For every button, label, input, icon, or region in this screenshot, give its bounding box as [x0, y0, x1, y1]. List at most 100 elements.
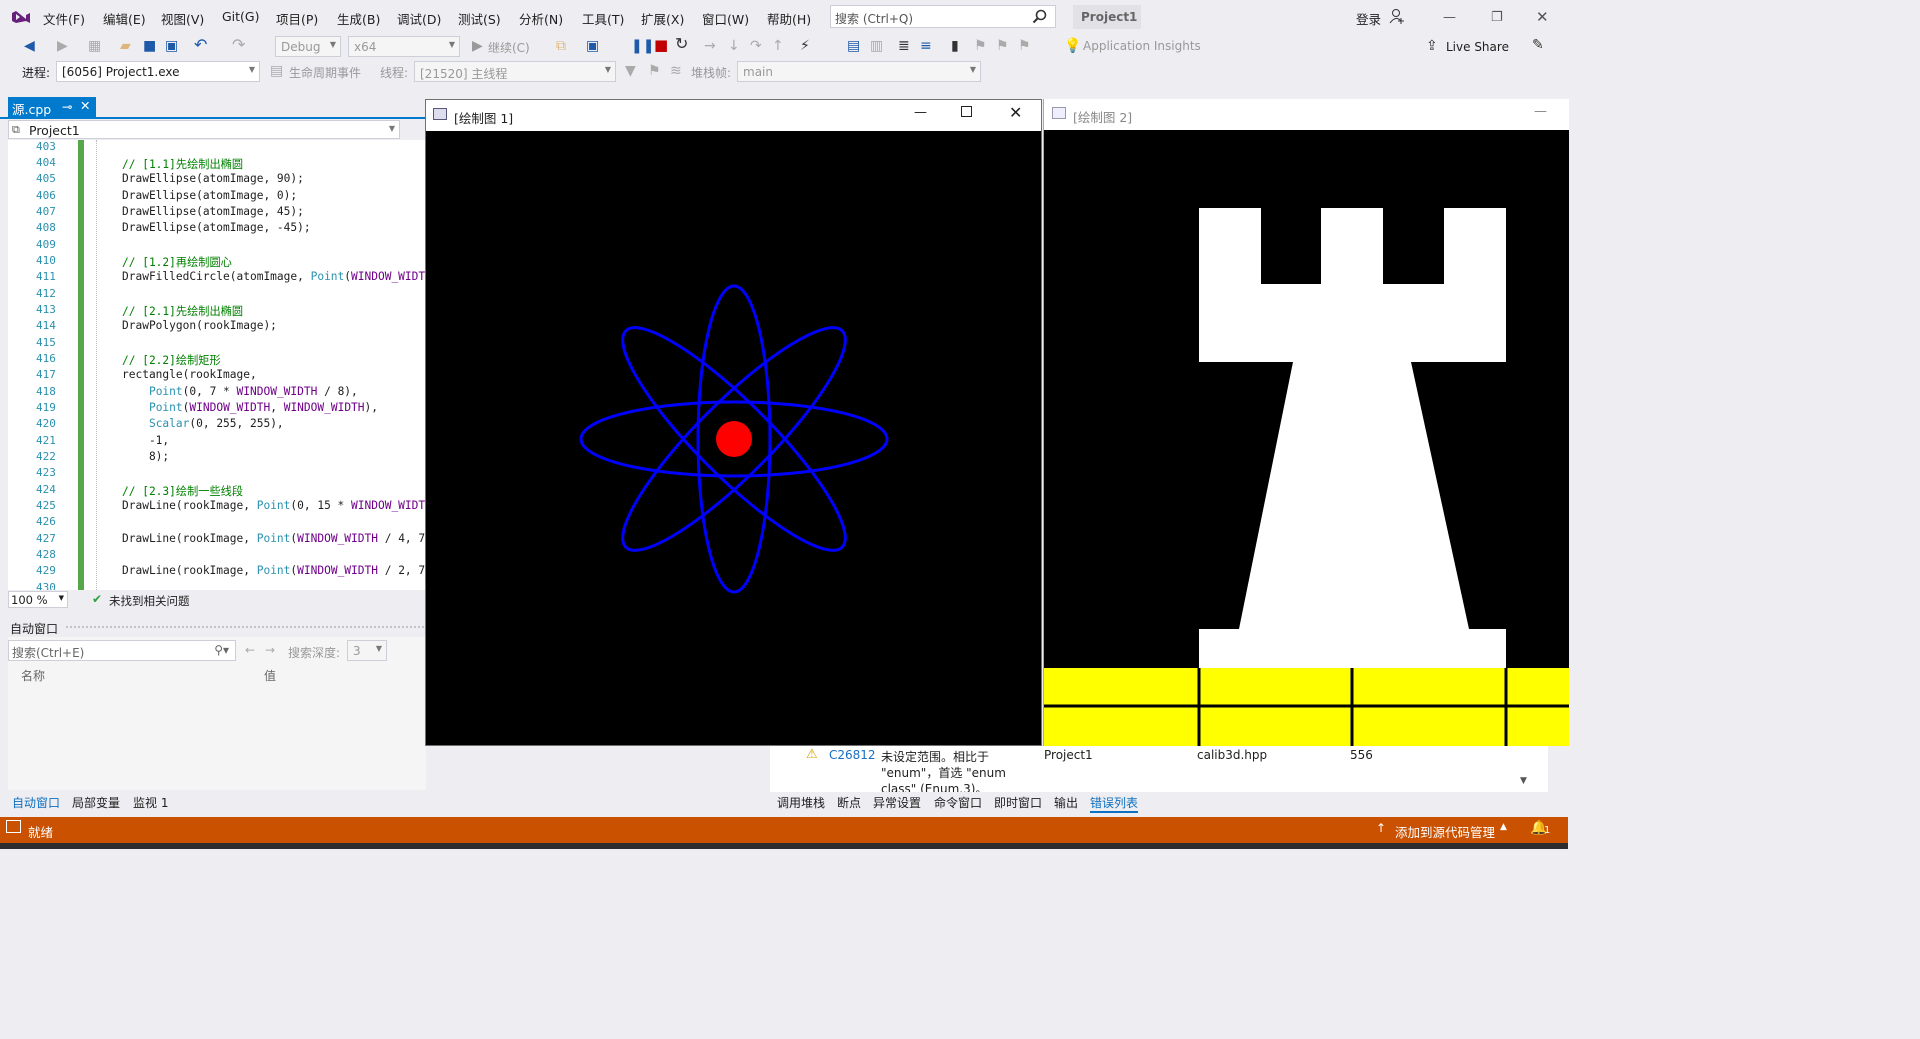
tab-autos[interactable]: 自动窗口 — [12, 794, 60, 811]
tab-watch-1[interactable]: 监视 1 — [133, 794, 168, 811]
step-over-icon[interactable]: ↷ — [750, 39, 762, 53]
clear-bookmarks-icon[interactable]: ⚑ — [1018, 39, 1031, 53]
tab-error-list[interactable]: 错误列表 — [1090, 794, 1139, 813]
column-name-header[interactable]: 名称 — [21, 667, 45, 684]
menu-tools[interactable]: 工具(T) — [582, 9, 624, 28]
live-share-button[interactable]: Live Share — [1446, 40, 1509, 54]
add-to-source-control-button[interactable]: 添加到源代码管理 — [1395, 822, 1495, 841]
hot-reload-icon[interactable]: ⚡ — [800, 39, 810, 53]
panel-grip[interactable] — [66, 626, 424, 630]
window-1-titlebar[interactable]: [绘制图 1] — ✕ — [426, 100, 1041, 131]
pause-icon[interactable]: ❚❚ — [631, 39, 654, 53]
stack-frame-select[interactable]: main ▼ — [737, 61, 981, 82]
error-code-link[interactable]: C26812 — [829, 748, 876, 762]
tab-breakpoints[interactable]: 断点 — [837, 794, 861, 811]
back-icon[interactable]: ◀ — [24, 39, 35, 53]
scroll-down-icon[interactable]: ▼ — [1520, 776, 1527, 786]
menu-build[interactable]: 生成(B) — [337, 9, 380, 28]
close-icon[interactable]: ✕ — [1009, 103, 1022, 122]
drawing-window-2[interactable]: [绘制图 2] — — [1043, 99, 1569, 746]
menu-test[interactable]: 测试(S) — [458, 9, 501, 28]
tab-command-window[interactable]: 命令窗口 — [934, 794, 982, 811]
rook-canvas — [1044, 130, 1569, 746]
pin-icon[interactable]: ⊸ — [62, 99, 72, 114]
minimize-icon[interactable]: — — [1534, 104, 1547, 119]
menu-help[interactable]: 帮助(H) — [767, 9, 811, 28]
forward-arrow-icon[interactable]: → — [265, 643, 275, 657]
back-arrow-icon[interactable]: ← — [245, 643, 255, 657]
next-bookmark-icon[interactable]: ⚑ — [996, 39, 1009, 53]
toolbar-icon-a[interactable]: ▤ — [847, 39, 860, 53]
application-insights-button[interactable]: Application Insights — [1083, 39, 1201, 53]
open-file-icon[interactable]: ▰ — [120, 39, 131, 53]
menu-window[interactable]: 窗口(W) — [702, 9, 749, 28]
menu-extensions[interactable]: 扩展(X) — [641, 9, 684, 28]
tab-locals[interactable]: 局部变量 — [72, 794, 120, 811]
minimize-icon[interactable]: — — [1443, 10, 1456, 25]
toolbar-icon-b[interactable]: ▥ — [870, 39, 883, 53]
process-select[interactable]: [6056] Project1.exe ▼ — [56, 61, 260, 82]
continue-icon[interactable]: ▶ — [472, 39, 483, 53]
menu-analyze[interactable]: 分析(N) — [519, 9, 563, 28]
configuration-select[interactable]: Debug ▼ — [275, 36, 341, 57]
step-out-icon[interactable]: ↑ — [772, 39, 784, 53]
atom-canvas — [426, 131, 1041, 745]
menu-edit[interactable]: 编辑(E) — [103, 9, 146, 28]
new-item-icon[interactable]: ▦ — [88, 39, 101, 53]
tab-exception-settings[interactable]: 异常设置 — [873, 794, 921, 811]
user-add-icon[interactable] — [1389, 8, 1405, 24]
forward-icon[interactable]: ▶ — [57, 39, 68, 53]
save-all-icon[interactable]: ▣ — [165, 39, 178, 53]
thread-select[interactable]: [21520] 主线程 ▼ — [414, 61, 616, 82]
flag-icon[interactable]: ⚑ — [648, 64, 661, 78]
maximize-icon[interactable] — [961, 106, 972, 117]
menu-debug[interactable]: 调试(D) — [397, 9, 441, 28]
autos-search-input[interactable]: 搜索(Ctrl+E) ⚲▾ — [8, 640, 236, 661]
menu-project[interactable]: 项目(P) — [276, 9, 318, 28]
sign-in-link[interactable]: 登录 — [1356, 9, 1381, 28]
tab-close-icon[interactable]: ✕ — [80, 98, 90, 113]
line-number: 426 — [36, 515, 56, 528]
status-bar: 就绪 ↑ 添加到源代码管理 ▲ 🔔 1 — [0, 817, 1568, 843]
bookmark-icon[interactable]: ▮ — [951, 39, 959, 53]
show-next-statement-icon[interactable]: → — [704, 39, 716, 53]
column-value-header[interactable]: 值 — [264, 667, 276, 684]
comment-icon[interactable]: ≣ — [898, 39, 910, 53]
issues-status[interactable]: 未找到相关问题 — [109, 593, 190, 609]
tab-immediate-window[interactable]: 即时窗口 — [994, 794, 1042, 811]
visual-studio-logo-icon[interactable] — [10, 6, 32, 28]
redo-icon[interactable]: ↷ — [232, 37, 245, 53]
app-icon — [433, 108, 447, 120]
restart-icon[interactable]: ↻ — [675, 36, 688, 52]
menu-git[interactable]: Git(G) — [222, 9, 260, 24]
tab-call-stack[interactable]: 调用堆栈 — [777, 794, 825, 811]
close-icon[interactable]: ✕ — [1536, 8, 1549, 26]
drawing-window-1[interactable]: [绘制图 1] — ✕ — [425, 99, 1042, 746]
save-icon[interactable]: ■ — [143, 39, 156, 53]
tab-output[interactable]: 输出 — [1054, 794, 1078, 811]
attach-icon[interactable]: ⧉ — [556, 39, 566, 53]
minimize-icon[interactable]: — — [914, 105, 927, 120]
prev-bookmark-icon[interactable]: ⚑ — [974, 39, 987, 53]
uncomment-icon[interactable]: ≡ — [920, 39, 932, 53]
thread-label: 线程: — [380, 66, 409, 80]
step-into-icon[interactable]: ↓ — [728, 39, 740, 53]
feedback-icon[interactable]: ✎ — [1532, 38, 1544, 52]
stop-icon[interactable]: ■ — [654, 38, 668, 53]
lifecycle-events-button[interactable]: 生命周期事件 — [289, 64, 361, 81]
undo-icon[interactable]: ↶ — [194, 37, 207, 53]
search-input[interactable]: 搜索 (Ctrl+Q) — [830, 5, 1056, 28]
filter-icon[interactable]: ▼ — [625, 64, 636, 78]
continue-button[interactable]: 继续(C) — [488, 39, 530, 56]
screenshot-icon[interactable]: ▣ — [586, 39, 599, 53]
document-tab[interactable]: 源.cpp ⊸ ✕ — [8, 97, 96, 117]
zoom-select[interactable]: 100 % ▼ — [8, 591, 68, 608]
window-2-titlebar[interactable]: [绘制图 2] — — [1044, 99, 1569, 130]
project-nav-select[interactable]: ⧉ Project1 ▼ — [8, 120, 400, 139]
menu-file[interactable]: 文件(F) — [43, 9, 85, 28]
code-editor[interactable]: 403 404 405 406 407 408 409 410 411 412 … — [8, 140, 426, 590]
search-depth-select[interactable]: 3 ▼ — [347, 640, 387, 661]
menu-view[interactable]: 视图(V) — [161, 9, 204, 28]
restore-icon[interactable]: ❐ — [1491, 10, 1503, 25]
platform-select[interactable]: x64 ▼ — [348, 36, 460, 57]
